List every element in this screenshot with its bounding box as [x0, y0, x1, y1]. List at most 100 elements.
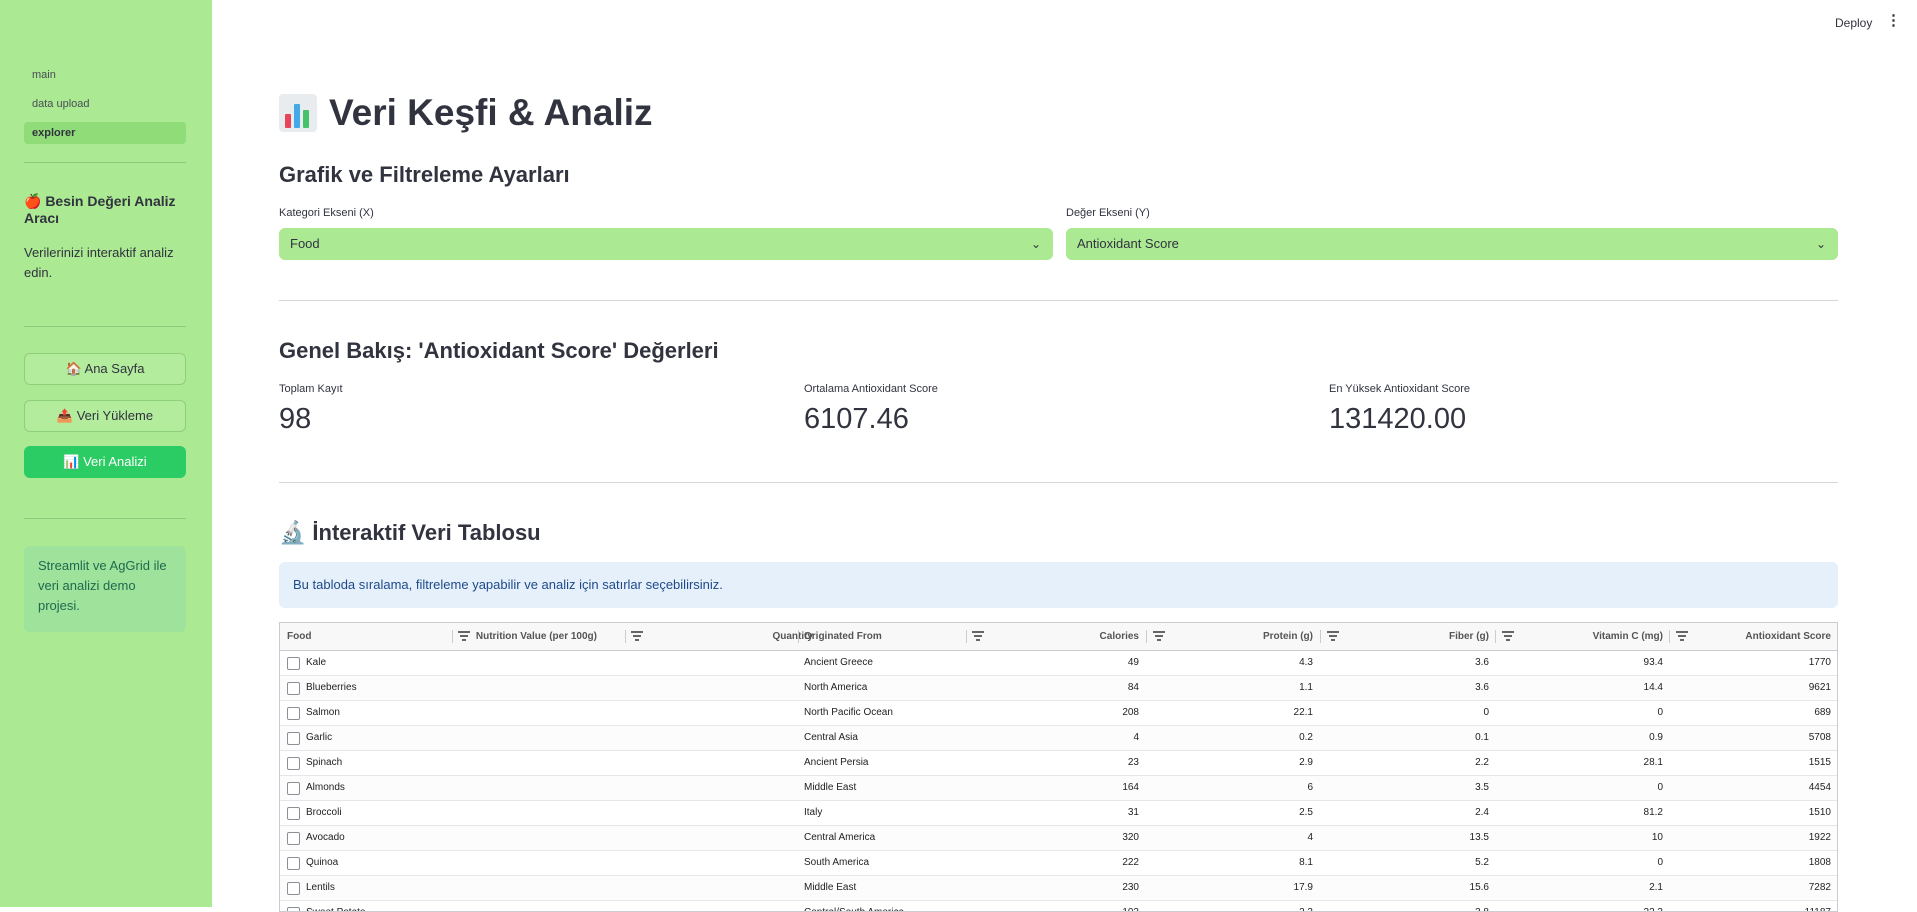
- column-separator[interactable]: [625, 630, 626, 643]
- sidebar-info-box: Streamlit ve AgGrid ile veri analizi dem…: [24, 546, 186, 632]
- cell-fiber: 2.2: [1475, 757, 1489, 768]
- row-select-checkbox[interactable]: [287, 682, 300, 695]
- cell-origin: Middle East: [804, 782, 857, 793]
- nav-item-explorer[interactable]: explorer: [24, 122, 186, 144]
- y-axis-select[interactable]: Antioxidant Score ⌄: [1066, 228, 1838, 260]
- cell-antioxidant: 1922: [1808, 832, 1831, 843]
- filter-icon[interactable]: [631, 631, 643, 641]
- cell-protein: 6: [1307, 782, 1313, 793]
- cell-antioxidant: 7282: [1808, 882, 1831, 893]
- cell-origin: Ancient Persia: [804, 757, 869, 768]
- table-row[interactable]: Quinoa South America 222 8.1 5.2 0 1808: [280, 851, 1837, 876]
- cell-antioxidant: 1770: [1808, 657, 1831, 668]
- cell-origin: Ancient Greece: [804, 657, 873, 668]
- sidebar-nav: main data upload explorer: [24, 64, 186, 151]
- table-row[interactable]: Avocado Central America 320 4 13.5 10 1922: [280, 826, 1837, 851]
- row-select-checkbox[interactable]: [287, 707, 300, 720]
- col-header-origin[interactable]: Originated From: [804, 623, 882, 650]
- metric-average-label: Ortalama Antioxidant Score: [804, 383, 938, 395]
- data-upload-button[interactable]: 📤 Veri Yükleme: [24, 400, 186, 432]
- column-separator[interactable]: [966, 630, 967, 643]
- sidebar-divider: [24, 326, 186, 327]
- x-axis-select[interactable]: Food ⌄: [279, 228, 1053, 260]
- cell-protein: 4.3: [1299, 657, 1313, 668]
- row-select-checkbox[interactable]: [287, 832, 300, 845]
- cell-food: Almonds: [306, 782, 345, 793]
- cell-protein: 8.1: [1299, 857, 1313, 868]
- cell-origin: Central America: [804, 832, 876, 843]
- cell-fiber: 5.2: [1475, 857, 1489, 868]
- row-select-checkbox[interactable]: [287, 732, 300, 745]
- cell-calories: 4: [1133, 732, 1139, 743]
- sidebar: main data upload explorer 🍎 Besin Değeri…: [0, 0, 212, 907]
- table-row[interactable]: Spinach Ancient Persia 23 2.9 2.2 28.1 1515: [280, 751, 1837, 776]
- deploy-button[interactable]: Deploy: [1835, 16, 1872, 30]
- column-separator[interactable]: [1146, 630, 1147, 643]
- column-separator[interactable]: [452, 630, 453, 643]
- row-select-checkbox[interactable]: [287, 807, 300, 820]
- table-row[interactable]: Blueberries North America 84 1.1 3.6 14.4 9621: [280, 676, 1837, 701]
- col-header-food[interactable]: Food: [287, 623, 311, 650]
- bar-chart-icon: [279, 94, 317, 132]
- cell-calories: 49: [1127, 657, 1139, 668]
- kebab-menu-icon[interactable]: ⋮: [1886, 13, 1901, 28]
- cell-calories: 31: [1127, 807, 1139, 818]
- cell-origin: Middle East: [804, 882, 857, 893]
- cell-antioxidant: 9621: [1808, 682, 1831, 693]
- cell-fiber: 13.5: [1469, 832, 1489, 843]
- table-row[interactable]: Broccoli Italy 31 2.5 2.4 81.2 1510: [280, 801, 1837, 826]
- table-row[interactable]: Almonds Middle East 164 6 3.5 0 4454: [280, 776, 1837, 801]
- cell-food: Kale: [306, 657, 327, 668]
- table-row[interactable]: Garlic Central Asia 4 0.2 0.1 0.9 5708: [280, 726, 1837, 751]
- table-body: Kale Ancient Greece 49 4.3 3.6 93.4 1770 Bluebe…: [280, 651, 1837, 911]
- column-separator[interactable]: [798, 630, 799, 643]
- microscope-icon: 🔬: [279, 520, 307, 545]
- metric-total-label: Toplam Kayıt: [279, 383, 343, 395]
- cell-vitamin-c: 14.4: [1643, 682, 1663, 693]
- row-select-checkbox[interactable]: [287, 907, 300, 911]
- col-header-vitamin-c[interactable]: Vitamin C (mg): [1509, 623, 1663, 650]
- cell-vitamin-c: 0: [1657, 857, 1663, 868]
- cell-protein: 17.9: [1293, 882, 1313, 893]
- col-header-quantity[interactable]: Quantity: [650, 623, 813, 650]
- cell-vitamin-c: 81.2: [1643, 807, 1663, 818]
- cell-fiber: 3.5: [1475, 782, 1489, 793]
- overview-heading: Genel Bakış: 'Antioxidant Score' Değerle…: [279, 338, 719, 363]
- table-row[interactable]: Kale Ancient Greece 49 4.3 3.6 93.4 1770: [280, 651, 1837, 676]
- nav-item-data-upload[interactable]: data upload: [24, 93, 186, 115]
- row-select-checkbox[interactable]: [287, 757, 300, 770]
- cell-origin: North America: [804, 682, 868, 693]
- section-divider: [279, 482, 1838, 483]
- row-select-checkbox[interactable]: [287, 782, 300, 795]
- table-row[interactable]: Salmon North Pacific Ocean 208 22.1 0 0 689: [280, 701, 1837, 726]
- row-select-checkbox[interactable]: [287, 657, 300, 670]
- y-axis-label: Değer Ekseni (Y): [1066, 207, 1150, 219]
- cell-vitamin-c: 28.1: [1643, 757, 1663, 768]
- table-row[interactable]: Lentils Middle East 230 17.9 15.6 2.1 7282: [280, 876, 1837, 901]
- col-header-antioxidant[interactable]: Antioxidant Score: [1680, 623, 1831, 650]
- column-separator[interactable]: [1495, 630, 1496, 643]
- settings-heading: Grafik ve Filtreleme Ayarları: [279, 162, 570, 187]
- cell-vitamin-c: 93.4: [1643, 657, 1663, 668]
- y-axis-value: Antioxidant Score: [1077, 236, 1179, 251]
- cell-calories: 320: [1122, 832, 1139, 843]
- home-button[interactable]: 🏠 Ana Sayfa: [24, 353, 186, 385]
- row-select-checkbox[interactable]: [287, 857, 300, 870]
- column-separator[interactable]: [1669, 630, 1670, 643]
- col-header-calories[interactable]: Calories: [980, 623, 1139, 650]
- data-analysis-button[interactable]: 📊 Veri Analizi: [24, 446, 186, 478]
- col-header-fiber[interactable]: Fiber (g): [1334, 623, 1489, 650]
- col-header-nutrition[interactable]: Nutrition Value (per 100g): [457, 623, 597, 650]
- cell-vitamin-c: 2.1: [1649, 882, 1663, 893]
- col-header-protein[interactable]: Protein (g): [1160, 623, 1313, 650]
- row-select-checkbox[interactable]: [287, 882, 300, 895]
- cell-fiber: 3.6: [1475, 682, 1489, 693]
- cell-antioxidant: 689: [1814, 707, 1831, 718]
- cell-calories: 84: [1127, 682, 1139, 693]
- cell-protein: 1.1: [1299, 682, 1313, 693]
- column-separator[interactable]: [1320, 630, 1321, 643]
- cell-origin: Italy: [804, 807, 823, 818]
- cell-vitamin-c: 0: [1657, 707, 1663, 718]
- metric-average-value: 6107.46: [804, 403, 909, 435]
- nav-item-main[interactable]: main: [24, 64, 186, 86]
